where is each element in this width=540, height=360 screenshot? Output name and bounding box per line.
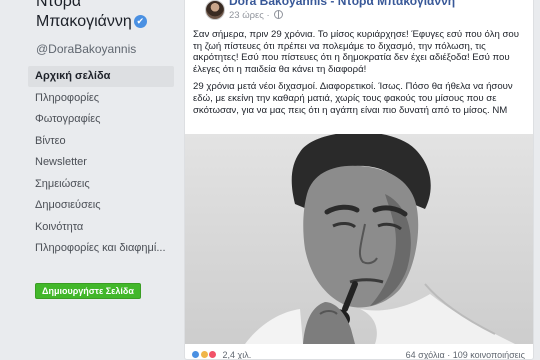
- nav-item-home[interactable]: Αρχική σελίδα: [28, 66, 174, 87]
- post-card: Dora Bakoyannis - Ντόρα Μπακογιάννη 23 ώ…: [184, 0, 534, 360]
- nav-item-photos[interactable]: Φωτογραφίες: [28, 109, 174, 130]
- nav-item-videos[interactable]: Βίντεο: [28, 131, 174, 152]
- page-title-line1: Ντόρα: [36, 0, 82, 10]
- reactions-summary[interactable]: 2,4 χιλ.: [191, 350, 252, 360]
- nav-item-posts[interactable]: Δημοσιεύσεις: [28, 195, 174, 216]
- post-paragraph-2: 29 χρόνια μετά νέοι διχασμοί. Διαφορετικ…: [193, 81, 513, 116]
- post-photo[interactable]: [185, 134, 533, 344]
- nav-item-newsletter[interactable]: Newsletter: [28, 152, 174, 173]
- page-title-line2-text: Μπακογιάννη: [36, 13, 132, 30]
- portrait-photo-illustration: [185, 134, 533, 344]
- globe-icon: [274, 10, 284, 19]
- love-reaction-icon: [208, 350, 218, 359]
- post-body: Σαν σήμερα, πριν 29 χρόνια. Το μίσος κυρ…: [193, 29, 527, 122]
- page-handle[interactable]: @DoraBakoyannis: [36, 42, 136, 56]
- page-title-line2: Μπακογιάννη ✔: [36, 12, 176, 32]
- reactions-count: 2,4 χιλ.: [222, 350, 252, 360]
- post-paragraph-1: Σαν σήμερα, πριν 29 χρόνια. Το μίσος κυρ…: [193, 29, 519, 75]
- post-timestamp[interactable]: 23 ώρες ·: [229, 10, 270, 21]
- post-meta: 23 ώρες ·: [229, 10, 284, 21]
- like-reaction-icon: [191, 350, 200, 359]
- page-title[interactable]: Ντόρα Μπακογιάννη ✔: [36, 0, 176, 32]
- create-page-button[interactable]: Δημιουργήστε Σελίδα: [35, 283, 141, 299]
- post-author-link[interactable]: Dora Bakoyannis - Ντόρα Μπακογιάννη: [229, 0, 455, 8]
- nav-item-info-ads[interactable]: Πληροφορίες και διαφημί...: [28, 238, 174, 259]
- page-nav: Αρχική σελίδα Πληροφορίες Φωτογραφίες Βί…: [28, 66, 174, 260]
- author-avatar[interactable]: [205, 0, 225, 20]
- nav-item-about[interactable]: Πληροφορίες: [28, 88, 174, 109]
- nav-item-community[interactable]: Κοινότητα: [28, 217, 174, 238]
- page-sidebar: Ντόρα Μπακογιάννη ✔ @DoraBakoyannis Αρχικ…: [0, 0, 175, 360]
- verified-badge-icon: ✔: [133, 15, 147, 28]
- comments-shares-count[interactable]: 64 σχόλια · 109 κοινοποιήσεις: [406, 350, 525, 359]
- nav-item-notes[interactable]: Σημειώσεις: [28, 174, 174, 195]
